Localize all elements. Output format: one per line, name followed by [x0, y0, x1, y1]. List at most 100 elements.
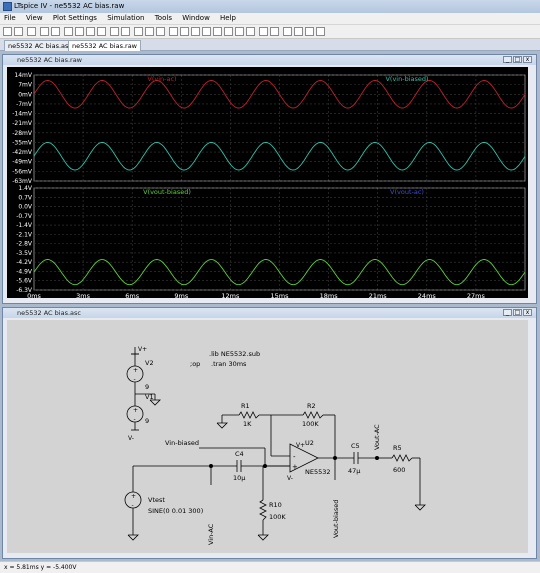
- vtest-src-plus: +: [131, 493, 136, 500]
- zoom-out-icon[interactable]: [86, 27, 95, 36]
- vin-ac-net: Vin-AC: [207, 523, 215, 545]
- zoom-in-icon[interactable]: [64, 27, 73, 36]
- menu-bar: File View Plot Settings Simulation Tools…: [0, 13, 540, 25]
- r2-value: 100K: [302, 420, 319, 428]
- menu-help[interactable]: Help: [216, 13, 240, 22]
- y-tick-label: 1.4V: [18, 185, 33, 192]
- halt-icon[interactable]: [51, 27, 60, 36]
- resistor-icon[interactable]: [202, 27, 211, 36]
- menu-view[interactable]: View: [22, 13, 47, 22]
- schematic-window: ne5532 AC bias.asc _ □ x .lib NE5532.sub…: [2, 307, 537, 559]
- x-tick-label: 9ms: [174, 292, 188, 298]
- move-icon[interactable]: [259, 27, 268, 36]
- r1-value: 1K: [243, 420, 252, 428]
- minimize-icon[interactable]: _: [503, 309, 512, 316]
- r10-value: 100K: [269, 513, 286, 521]
- label-icon[interactable]: [191, 27, 200, 36]
- autorange-icon[interactable]: [110, 27, 119, 36]
- cursor-readout: x = 5.81ms y = -5.400V: [4, 564, 77, 571]
- y-tick-label: -42mV: [12, 149, 33, 156]
- menu-window[interactable]: Window: [178, 13, 214, 22]
- tab-schematic[interactable]: ne5532 AC bias.asc: [4, 40, 76, 51]
- component-icon[interactable]: [246, 27, 255, 36]
- y-tick-label: -6.3V: [16, 287, 33, 294]
- redo-icon[interactable]: [294, 27, 303, 36]
- vtest-name: Vtest: [148, 496, 165, 504]
- pan-icon[interactable]: [75, 27, 84, 36]
- y-tick-label: 7mV: [18, 82, 33, 89]
- status-bar: x = 5.81ms y = -5.400V: [0, 561, 540, 573]
- y-tick-label: -3.5V: [16, 250, 33, 257]
- y-tick-label: 0.7V: [18, 194, 33, 201]
- schematic-canvas[interactable]: .lib NE5532.sub ;op .tran 30ms V+ + - V2…: [7, 320, 528, 553]
- wire-icon[interactable]: [169, 27, 178, 36]
- control-panel-icon[interactable]: [27, 27, 36, 36]
- spice-directive-icon[interactable]: [316, 27, 325, 36]
- plot-settings-icon[interactable]: [121, 27, 130, 36]
- open-icon[interactable]: [3, 27, 12, 36]
- directive-lib[interactable]: .lib NE5532.sub: [209, 350, 260, 358]
- y-tick-label: -35mV: [12, 139, 33, 146]
- waveform-plot-area[interactable]: 0ms 3ms 6ms 9ms 12ms 15ms 18ms 21ms 24ms 27ms 14mV…: [7, 67, 528, 300]
- input-network[interactable]: Vin-biased C4 10µ Vin-AC R10 100K + - Vt…: [124, 439, 290, 545]
- save-icon[interactable]: [14, 27, 23, 36]
- x-tick-label: 6ms: [125, 292, 139, 298]
- maximize-icon[interactable]: □: [513, 56, 522, 63]
- c5-name: C5: [351, 442, 360, 450]
- y-tick-label: -2.1V: [16, 231, 33, 238]
- directive-op[interactable]: ;op: [190, 360, 200, 368]
- r10-name: R10: [269, 501, 282, 509]
- tab-waveform[interactable]: ne5532 AC bias.raw: [68, 40, 142, 51]
- r5-name: R5: [393, 444, 402, 452]
- capacitor-icon[interactable]: [213, 27, 222, 36]
- legend-v-vin-biased-: V(vin-biased): [385, 75, 428, 83]
- output-network[interactable]: C5 47µ Vout-biased Vout-AC R5 600: [332, 424, 426, 538]
- menu-plot-settings[interactable]: Plot Settings: [49, 13, 101, 22]
- menu-file[interactable]: File: [0, 13, 20, 22]
- v1-src-plus: +: [133, 407, 138, 414]
- inductor-icon[interactable]: [224, 27, 233, 36]
- close-icon[interactable]: x: [523, 309, 532, 316]
- u2-name: U2: [305, 439, 314, 447]
- y-tick-label: -0.7V: [16, 213, 33, 220]
- menu-simulation[interactable]: Simulation: [103, 13, 148, 22]
- y-tick-label: -4.2V: [16, 259, 33, 266]
- y-tick-label: 0.0V: [18, 204, 33, 211]
- r5-value: 600: [393, 466, 405, 474]
- vout-biased-net: Vout-biased: [332, 500, 340, 538]
- c4-name: C4: [235, 450, 244, 458]
- opamp-u2[interactable]: - + V+ V- U2 NE5532: [287, 439, 335, 482]
- waveform-chart[interactable]: 0ms 3ms 6ms 9ms 12ms 15ms 18ms 21ms 24ms 27ms14mV…: [7, 67, 528, 300]
- u2-vminus: V-: [287, 475, 293, 482]
- app-title: LTspice IV - ne5532 AC bias.raw: [14, 2, 125, 10]
- v1-value: 9: [145, 417, 149, 425]
- diode-icon[interactable]: [235, 27, 244, 36]
- ground-icon[interactable]: [180, 27, 189, 36]
- tile-icon[interactable]: [145, 27, 154, 36]
- y-tick-label: -63mV: [12, 178, 33, 185]
- undo-icon[interactable]: [283, 27, 292, 36]
- zoom-fit-icon[interactable]: [97, 27, 106, 36]
- directive-tran[interactable]: .tran 30ms: [211, 360, 247, 368]
- supply-sources[interactable]: V+ + - V2 9 + - V1 9 V-: [126, 346, 161, 442]
- maximize-icon[interactable]: □: [513, 309, 522, 316]
- x-tick-label: 15ms: [271, 292, 290, 298]
- close-window-icon[interactable]: [156, 27, 165, 36]
- y-tick-label: -1.4V: [16, 222, 33, 229]
- schematic-window-title: ne5532 AC bias.asc: [3, 308, 536, 318]
- minimize-icon[interactable]: _: [503, 56, 512, 63]
- x-tick-label: 21ms: [369, 292, 388, 298]
- r2-name: R2: [307, 402, 316, 410]
- tab-schematic-label: ne5532 AC bias.asc: [8, 42, 72, 50]
- y-tick-label: -21mV: [12, 120, 33, 127]
- text-icon[interactable]: [305, 27, 314, 36]
- drag-icon[interactable]: [270, 27, 279, 36]
- run-icon[interactable]: [40, 27, 49, 36]
- close-icon[interactable]: x: [523, 56, 532, 63]
- v1-minus-label: V-: [128, 435, 134, 442]
- v1-name: V1: [145, 393, 154, 401]
- schematic-drawing[interactable]: .lib NE5532.sub ;op .tran 30ms V+ + - V2…: [7, 320, 528, 553]
- menu-tools[interactable]: Tools: [151, 13, 176, 22]
- cascade-icon[interactable]: [134, 27, 143, 36]
- trace-v-vin-biased-: [33, 142, 526, 171]
